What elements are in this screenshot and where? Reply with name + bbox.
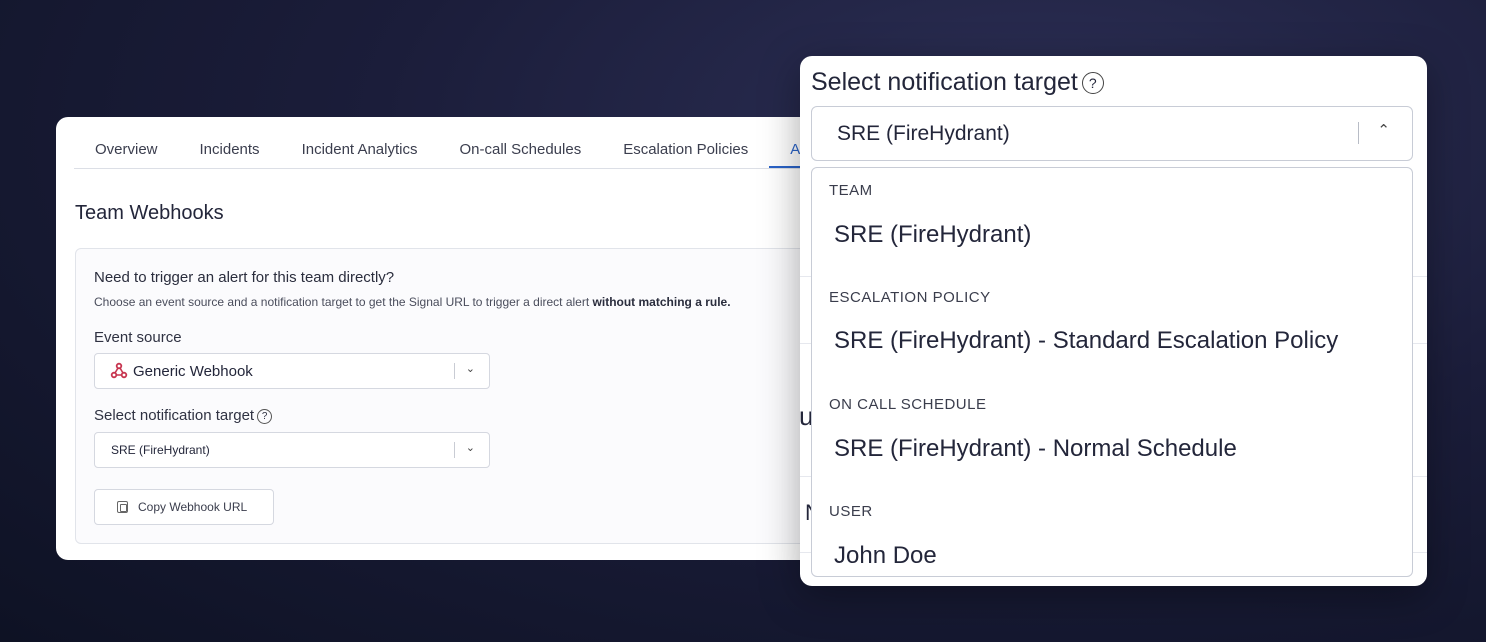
popup-title-text: Select notification target bbox=[811, 68, 1078, 96]
tab-incidents[interactable]: Incidents bbox=[179, 141, 281, 168]
target-label-text: Select notification target bbox=[94, 407, 255, 424]
option-team[interactable]: SRE (FireHydrant) bbox=[834, 221, 1031, 249]
target-options-menu: TEAM SRE (FireHydrant) ESCALATION POLICY… bbox=[811, 167, 1413, 577]
popup-title: Select notification target? bbox=[811, 68, 1104, 97]
tab-overview[interactable]: Overview bbox=[74, 141, 179, 168]
webhook-card: Need to trigger an alert for this team d… bbox=[75, 248, 856, 544]
copy-webhook-url-button[interactable]: Copy Webhook URL bbox=[94, 489, 274, 525]
target-value: SRE (FireHydrant) bbox=[111, 443, 210, 457]
tab-escalation-policies[interactable]: Escalation Policies bbox=[602, 141, 769, 168]
group-label-escalation-policy: ESCALATION POLICY bbox=[829, 289, 991, 306]
help-circle-icon[interactable]: ? bbox=[1081, 72, 1104, 94]
chevron-down-icon[interactable]: ⌄ bbox=[466, 441, 475, 454]
group-label-user: USER bbox=[829, 503, 873, 520]
tab-on-call-schedules[interactable]: On-call Schedules bbox=[438, 141, 602, 168]
team-settings-panel: Overview Incidents Incident Analytics On… bbox=[56, 117, 856, 560]
tab-bar: Overview Incidents Incident Analytics On… bbox=[74, 117, 856, 169]
group-label-on-call-schedule: ON CALL SCHEDULE bbox=[829, 396, 987, 413]
target-select[interactable]: SRE (FireHydrant) ⌄ bbox=[94, 432, 490, 468]
event-source-value: Generic Webhook bbox=[133, 363, 253, 380]
select-separator bbox=[454, 363, 455, 379]
target-label: Select notification target? bbox=[94, 407, 273, 424]
option-user[interactable]: John Doe bbox=[834, 542, 937, 570]
help-circle-icon[interactable]: ? bbox=[257, 408, 273, 424]
chevron-down-icon[interactable]: ⌄ bbox=[466, 362, 475, 375]
option-escalation-policy[interactable]: SRE (FireHydrant) - Standard Escalation … bbox=[834, 327, 1338, 355]
event-source-select[interactable]: Generic Webhook ⌄ bbox=[94, 353, 490, 389]
notification-target-popup: u N Select notification target? SRE (Fir… bbox=[800, 56, 1427, 586]
card-description-bold: without matching a rule. bbox=[592, 295, 731, 309]
select-separator bbox=[454, 442, 455, 458]
chevron-up-icon[interactable]: ⌃ bbox=[1377, 121, 1390, 139]
event-source-label: Event source bbox=[94, 329, 182, 346]
select-separator bbox=[1358, 122, 1359, 144]
copy-button-label: Copy Webhook URL bbox=[138, 500, 248, 514]
tab-incident-analytics[interactable]: Incident Analytics bbox=[281, 141, 439, 168]
group-label-team: TEAM bbox=[829, 182, 873, 199]
card-heading: Need to trigger an alert for this team d… bbox=[94, 269, 395, 286]
selected-target: SRE (FireHydrant) bbox=[837, 122, 1010, 145]
notification-target-select[interactable]: SRE (FireHydrant) ⌃ bbox=[811, 106, 1413, 161]
copy-icon bbox=[117, 501, 128, 513]
card-description: Choose an event source and a notificatio… bbox=[94, 295, 731, 309]
section-title: Team Webhooks bbox=[75, 202, 224, 224]
card-description-text: Choose an event source and a notificatio… bbox=[94, 295, 590, 309]
option-on-call-schedule[interactable]: SRE (FireHydrant) - Normal Schedule bbox=[834, 435, 1237, 463]
webhook-icon bbox=[110, 362, 128, 379]
